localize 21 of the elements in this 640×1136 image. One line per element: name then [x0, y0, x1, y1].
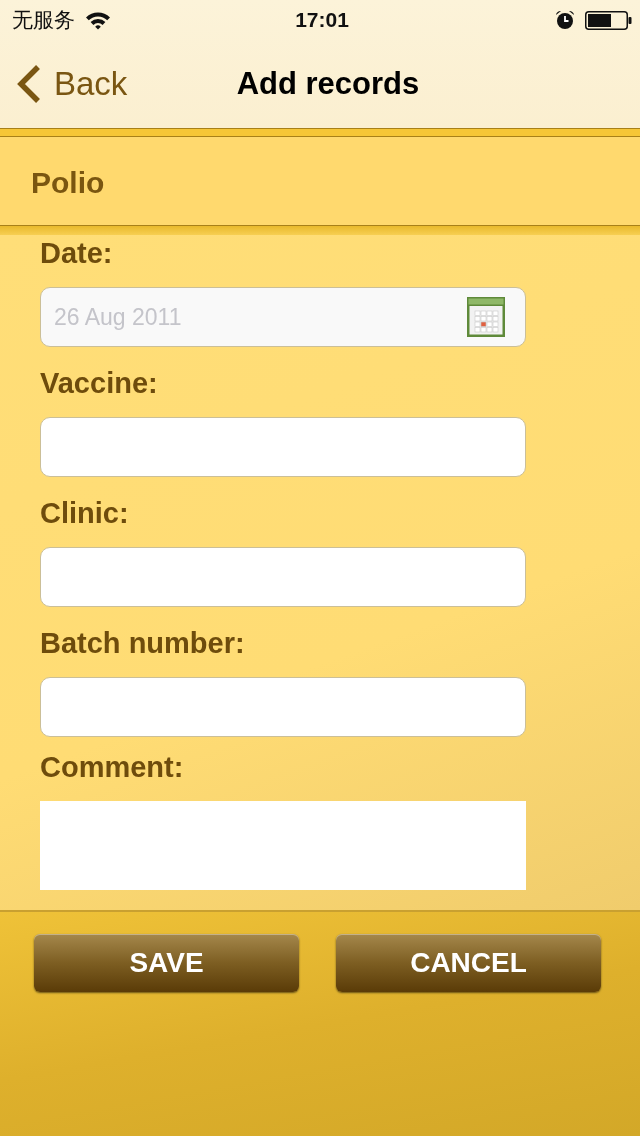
text-field[interactable]: [40, 417, 526, 477]
battery-icon: [585, 10, 632, 30]
field-label: Date:: [40, 236, 113, 271]
text-field[interactable]: [40, 677, 526, 737]
alarm-clock-icon: [555, 10, 575, 30]
field-label: Vaccine:: [40, 366, 158, 401]
field-label: Clinic:: [40, 496, 129, 531]
chevron-left-icon: [16, 64, 42, 104]
carrier-text: 无服务: [12, 7, 75, 33]
cancel-button[interactable]: CANCEL: [336, 934, 601, 992]
text-field[interactable]: [40, 547, 526, 607]
calendar-icon[interactable]: [467, 297, 505, 337]
section-title: Polio: [31, 165, 105, 200]
status-time: 17:01: [295, 8, 349, 32]
wifi-icon: [85, 10, 111, 30]
page-title: Add records: [236, 66, 420, 102]
field-label: Batch number:: [40, 626, 245, 661]
save-button[interactable]: SAVE: [34, 934, 299, 992]
back-button[interactable]: Back: [16, 64, 128, 104]
field-label: Comment:: [40, 750, 184, 785]
comment-text-area[interactable]: [40, 801, 526, 890]
